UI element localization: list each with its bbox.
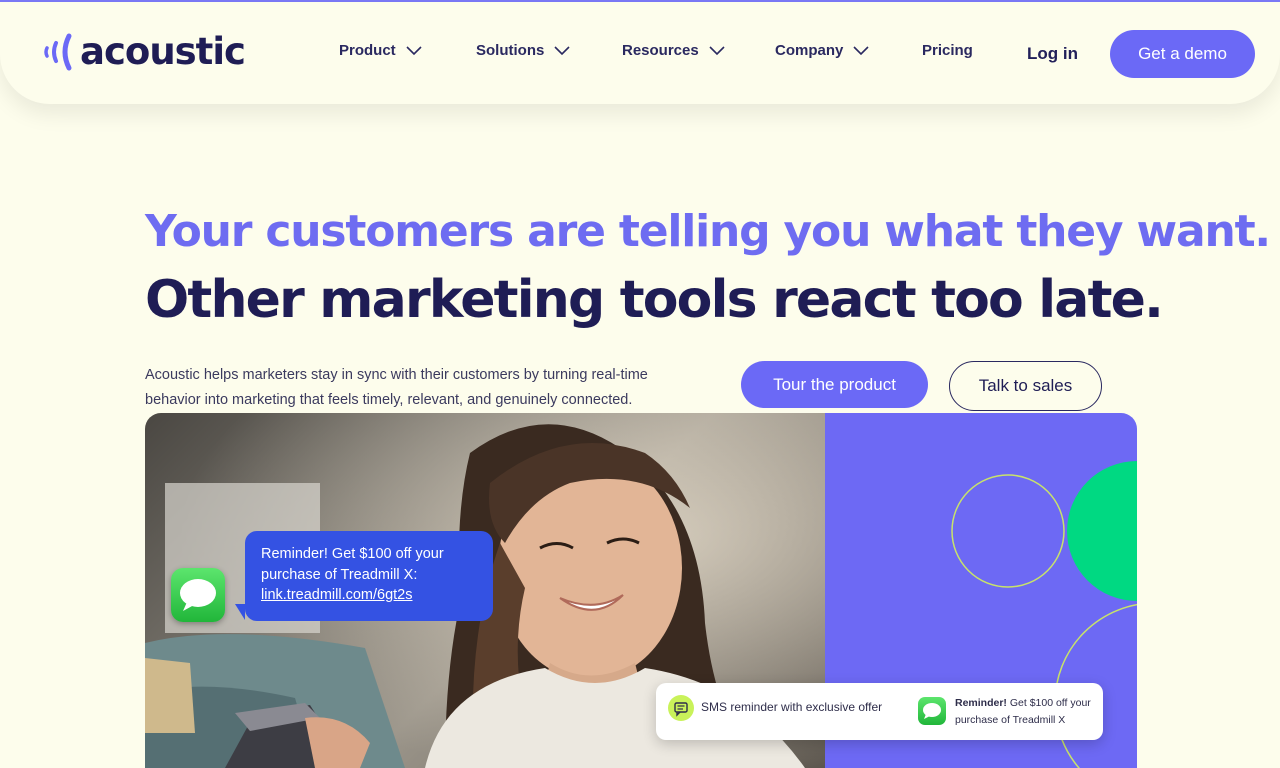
- logo-wordmark: acoustic: [80, 30, 246, 73]
- top-navigation: acoustic Product Solutions Resources Com…: [0, 2, 1280, 104]
- hero-description: Acoustic helps marketers stay in sync wi…: [145, 367, 648, 408]
- sms-line-2: purchase of Treadmill X:: [261, 566, 418, 583]
- sms-line-1: Reminder! Get $100 off your: [261, 546, 444, 562]
- hero-headline-secondary: Other marketing tools react too late.: [145, 270, 1164, 330]
- sound-waves-icon: [44, 33, 72, 71]
- nav-item-solutions[interactable]: Solutions: [476, 42, 570, 59]
- chevron-down-icon: [709, 45, 725, 55]
- nav-item-label: Resources: [622, 42, 699, 59]
- login-link[interactable]: Log in: [1027, 44, 1078, 64]
- nav-item-label: Company: [775, 42, 844, 59]
- tour-product-button[interactable]: Tour the product: [741, 361, 928, 408]
- nav-item-pricing[interactable]: Pricing: [922, 42, 973, 59]
- bubble-tail: [235, 604, 245, 620]
- get-demo-button[interactable]: Get a demo: [1110, 30, 1255, 78]
- sms-message-bubble: Reminder! Get $100 off your purchase of …: [245, 531, 493, 621]
- chevron-down-icon: [554, 45, 570, 55]
- notification-description: SMS reminder with exclusive offer: [701, 700, 883, 714]
- chevron-down-icon: [406, 45, 422, 55]
- chevron-down-icon: [853, 45, 869, 55]
- nav-item-label: Pricing: [922, 42, 973, 59]
- sms-link[interactable]: link.treadmill.com/6gt2s: [261, 587, 413, 603]
- chat-bubble-icon: [668, 695, 694, 721]
- nav-item-label: Product: [339, 42, 396, 59]
- messages-app-icon-small: [918, 697, 946, 725]
- messages-app-icon: [171, 568, 225, 622]
- hero-headline-primary: Your customers are telling you what they…: [145, 206, 1271, 257]
- notification-title: Reminder!: [955, 697, 1007, 709]
- sms-notification-card: SMS reminder with exclusive offer Remind…: [656, 683, 1103, 740]
- notification-message-preview: Reminder! Get $100 off your purchase of …: [955, 695, 1100, 729]
- acoustic-logo[interactable]: acoustic: [42, 30, 246, 73]
- talk-to-sales-button[interactable]: Talk to sales: [949, 361, 1102, 411]
- nav-item-resources[interactable]: Resources: [622, 42, 725, 59]
- nav-item-company[interactable]: Company: [775, 42, 869, 59]
- nav-item-label: Solutions: [476, 42, 545, 59]
- nav-item-product[interactable]: Product: [339, 42, 422, 59]
